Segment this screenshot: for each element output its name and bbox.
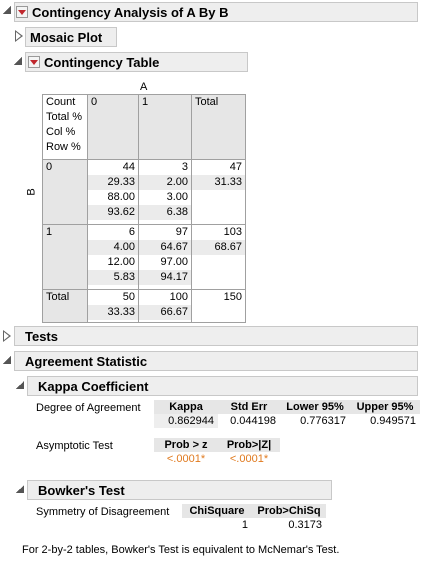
mosaic-plot-title: Mosaic Plot [30,29,103,45]
asymptotic-test-label: Asymptotic Test [36,440,113,452]
std-err-value: 0.044198 [230,415,276,427]
kappa-value: 0.862944 [154,414,218,428]
contingency-table-title: Contingency Table [44,54,160,70]
red-triangle-menu-icon[interactable] [16,6,28,18]
table-cell: 3 2.00 3.00 6.38 [138,159,192,225]
tests-header[interactable]: Tests [14,326,418,346]
row-header: Total [42,289,88,323]
row-total-cell: 103 68.67 [191,224,246,290]
prob-gt-z-header: Prob > z [154,438,218,452]
bowker-note: For 2-by-2 tables, Bowker's Test is equi… [22,544,340,556]
degree-of-agreement-label: Degree of Agreement [36,402,141,414]
expand-triangle-icon[interactable] [3,330,11,342]
prob-abs-z-value: <.0001* [229,453,269,465]
col-total-cell: 100 66.67 [138,289,192,323]
asymptotic-test-table: Prob > z Prob>|Z| <.0001* <.0001* [154,438,280,466]
collapse-triangle-icon[interactable] [3,6,11,14]
prob-chisq-value: 0.3173 [288,519,322,531]
bowkers-test-table: ChiSquare Prob>ChiSq 1 0.3173 [182,504,326,532]
upper-95-header: Upper 95% [350,400,420,414]
expand-triangle-icon[interactable] [15,30,23,42]
col-header: Total [191,94,246,160]
kappa-table: Kappa Std Err Lower 95% Upper 95% 0.8629… [154,400,420,428]
tests-title: Tests [25,328,58,344]
std-err-header: Std Err [218,400,280,414]
col-header: 0 [87,94,139,160]
row-header: 1 [42,224,88,290]
symmetry-of-disagreement-label: Symmetry of Disagreement [36,506,170,518]
collapse-triangle-icon[interactable] [14,57,22,65]
upper-95-value: 0.949571 [370,415,416,427]
row-variable-label: B [25,188,38,196]
row-total-cell: 47 31.33 [191,159,246,225]
chisquare-header: ChiSquare [182,504,252,518]
prob-chisq-header: Prob>ChiSq [252,504,326,518]
collapse-triangle-icon[interactable] [3,356,11,364]
kappa-coefficient-title: Kappa Coefficient [38,378,149,394]
row-header: 0 [42,159,88,225]
report-title: Contingency Analysis of A By B [32,4,229,20]
lower-95-value: 0.776317 [300,415,346,427]
lower-95-header: Lower 95% [280,400,350,414]
bowkers-test-header: Bowker's Test [27,480,332,500]
column-variable-label: A [140,81,148,93]
bowkers-test-title: Bowker's Test [38,482,125,498]
red-triangle-menu-icon[interactable] [28,56,40,68]
report-header: Contingency Analysis of A By B [14,2,418,22]
contingency-table-header: Contingency Table [25,52,248,72]
col-total-cell: 50 33.33 [87,289,139,323]
agreement-statistic-header: Agreement Statistic [14,351,418,371]
table-cell: 97 64.67 97.00 94.17 [138,224,192,290]
cell-legend: Count Total % Col % Row % [42,94,88,160]
grand-total-cell: 150 [191,289,246,323]
chisquare-value: 1 [241,519,248,531]
kappa-header: Kappa [154,400,218,414]
contingency-table: Count Total % Col % Row % 0 1 Total 0 44… [42,94,246,323]
collapse-triangle-icon[interactable] [16,381,24,389]
prob-abs-z-header: Prob>|Z| [218,438,280,452]
mosaic-plot-header[interactable]: Mosaic Plot [25,27,117,47]
prob-gt-z-value: <.0001* [166,453,206,465]
kappa-coefficient-header: Kappa Coefficient [27,376,418,396]
col-header: 1 [138,94,192,160]
agreement-statistic-title: Agreement Statistic [25,353,148,369]
collapse-triangle-icon[interactable] [16,485,24,493]
table-cell: 44 29.33 88.00 93.62 [87,159,139,225]
table-cell: 6 4.00 12.00 5.83 [87,224,139,290]
